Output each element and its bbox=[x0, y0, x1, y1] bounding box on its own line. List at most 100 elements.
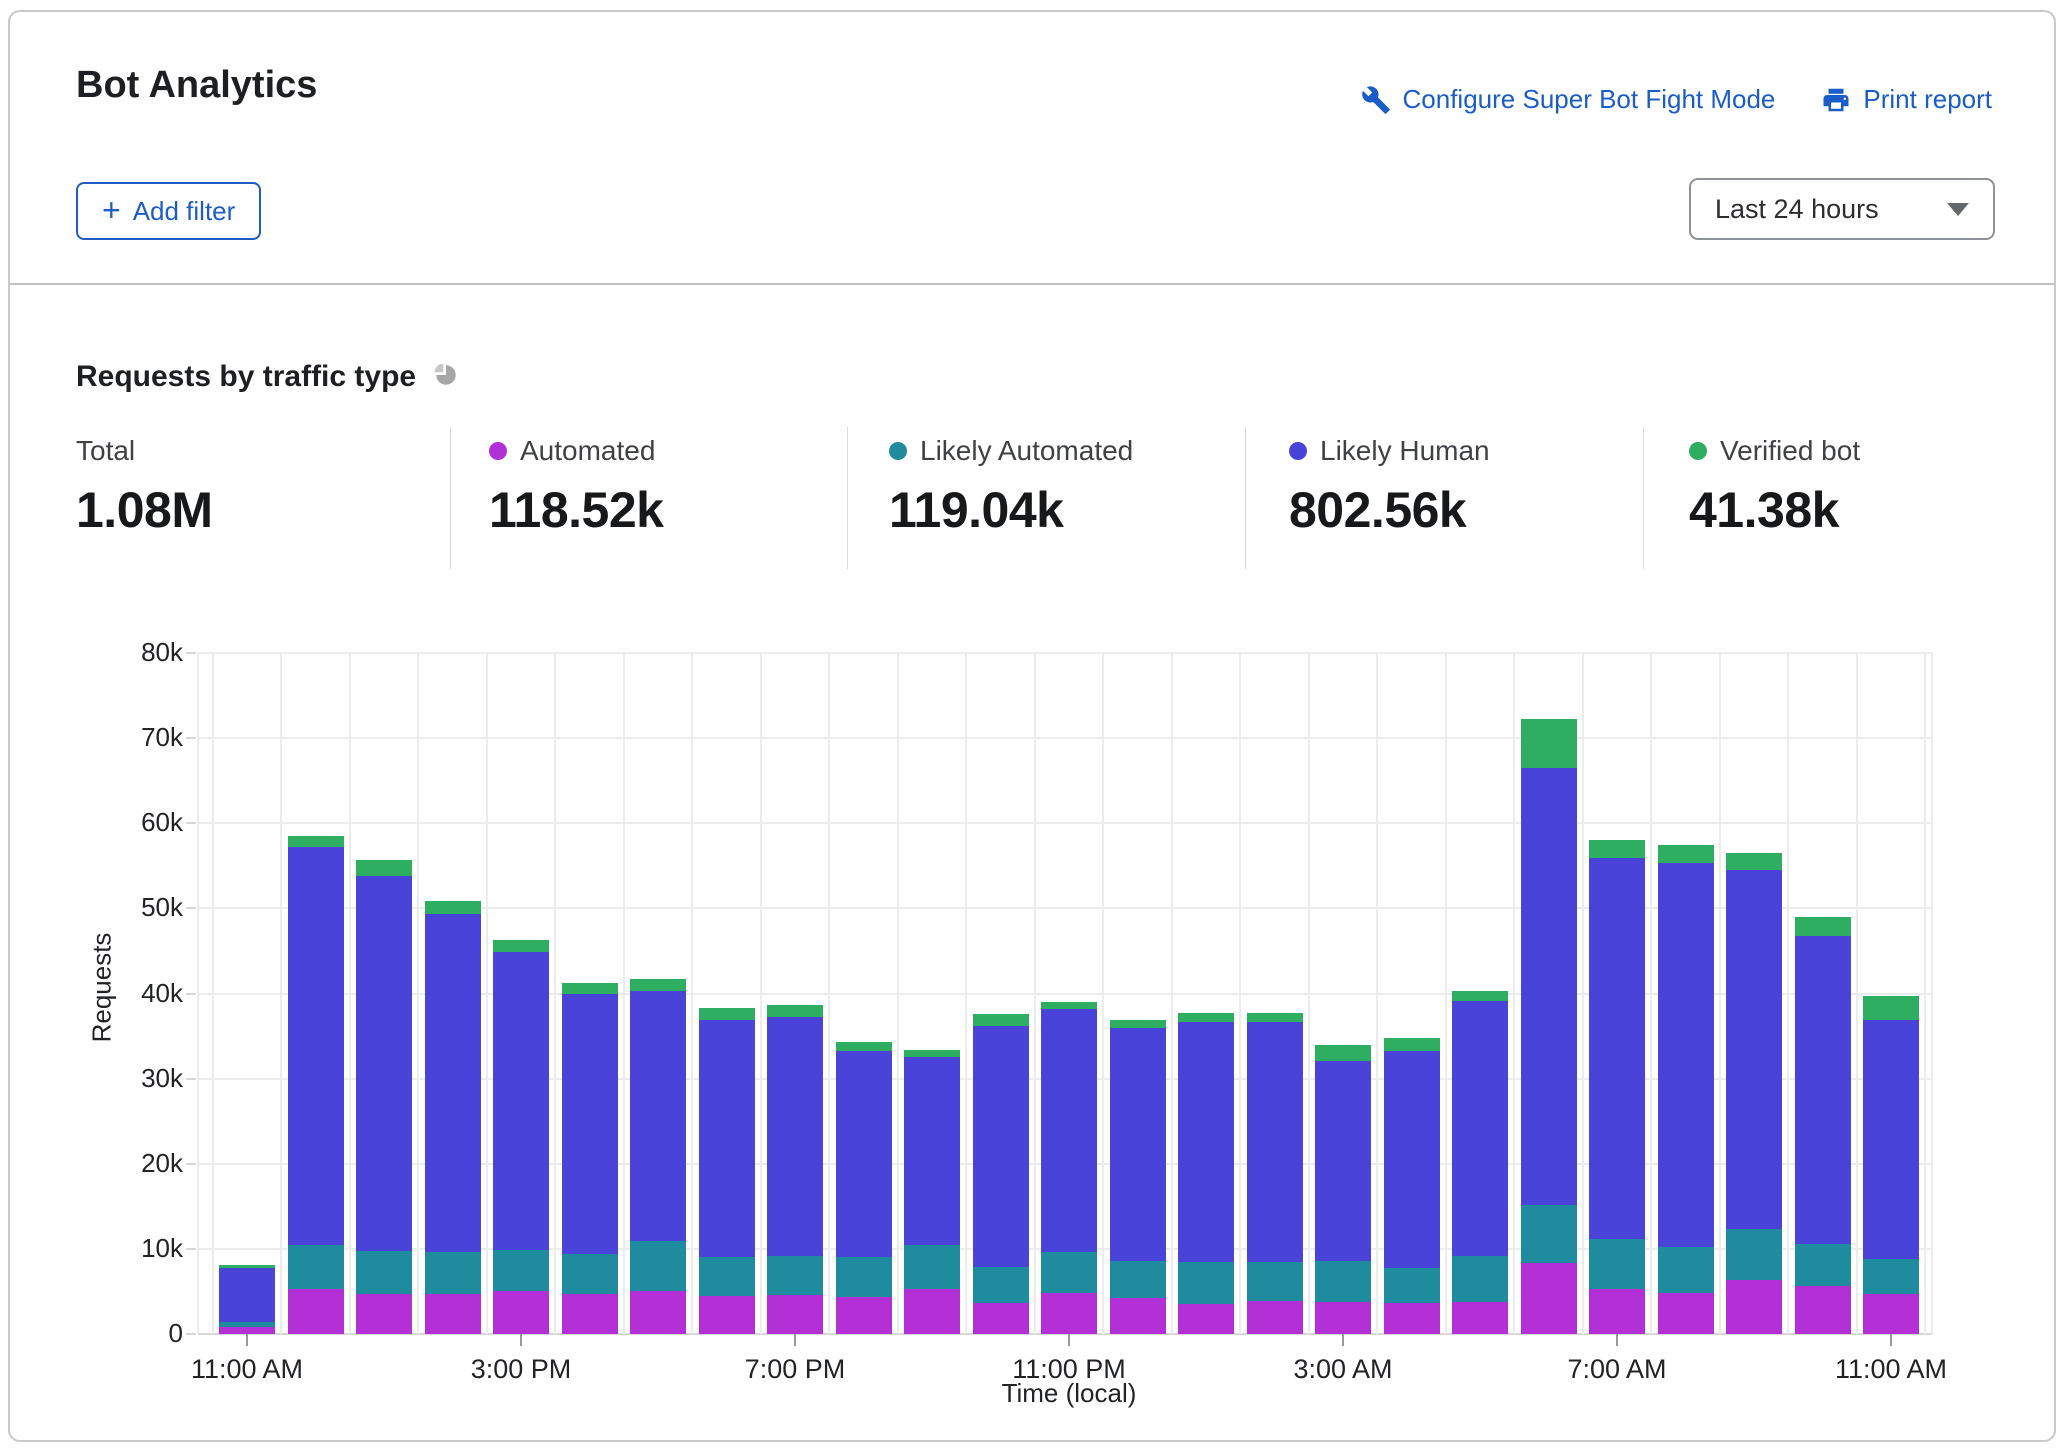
bar-segment-likely-human[interactable] bbox=[1726, 870, 1782, 1229]
bar-segment-likely-human[interactable] bbox=[1110, 1028, 1166, 1260]
bar-segment-likely-automated[interactable] bbox=[1658, 1247, 1714, 1293]
bar-segment-automated[interactable] bbox=[836, 1297, 892, 1334]
bar-segment-likely-automated[interactable] bbox=[1041, 1252, 1097, 1293]
bar-segment-automated[interactable] bbox=[1384, 1303, 1440, 1334]
bar-segment-likely-human[interactable] bbox=[562, 994, 618, 1254]
bar-segment-verified-bot[interactable] bbox=[1452, 991, 1508, 1001]
bar-segment-likely-automated[interactable] bbox=[1452, 1256, 1508, 1302]
bar-segment-likely-human[interactable] bbox=[1589, 858, 1645, 1239]
bar-segment-automated[interactable] bbox=[1315, 1302, 1371, 1334]
bar-segment-likely-human[interactable] bbox=[973, 1026, 1029, 1267]
bar-segment-verified-bot[interactable] bbox=[1247, 1013, 1303, 1022]
bar-segment-likely-human[interactable] bbox=[219, 1268, 275, 1322]
bar-segment-automated[interactable] bbox=[1041, 1293, 1097, 1334]
bar-segment-likely-automated[interactable] bbox=[562, 1254, 618, 1294]
bar-segment-likely-human[interactable] bbox=[1658, 863, 1714, 1247]
bar-segment-automated[interactable] bbox=[630, 1291, 686, 1334]
bar-segment-likely-automated[interactable] bbox=[1795, 1244, 1851, 1287]
bar-segment-automated[interactable] bbox=[1110, 1298, 1166, 1334]
bar-segment-verified-bot[interactable] bbox=[767, 1005, 823, 1017]
bar-segment-verified-bot[interactable] bbox=[630, 979, 686, 991]
bar-segment-verified-bot[interactable] bbox=[1041, 1002, 1097, 1009]
bar-segment-likely-automated[interactable] bbox=[836, 1257, 892, 1296]
bar-segment-likely-human[interactable] bbox=[356, 876, 412, 1251]
bar-segment-likely-human[interactable] bbox=[630, 991, 686, 1241]
bar-segment-likely-automated[interactable] bbox=[699, 1257, 755, 1295]
bar-segment-likely-human[interactable] bbox=[1521, 768, 1577, 1205]
bar-segment-likely-automated[interactable] bbox=[630, 1241, 686, 1291]
bar-segment-automated[interactable] bbox=[973, 1303, 1029, 1334]
bar-segment-verified-bot[interactable] bbox=[1178, 1013, 1234, 1022]
bar-segment-likely-human[interactable] bbox=[1041, 1009, 1097, 1252]
bar-segment-automated[interactable] bbox=[425, 1294, 481, 1334]
bar-segment-automated[interactable] bbox=[1521, 1263, 1577, 1334]
bar-segment-likely-automated[interactable] bbox=[1247, 1262, 1303, 1300]
bar-segment-likely-human[interactable] bbox=[1178, 1022, 1234, 1262]
bar-segment-automated[interactable] bbox=[1452, 1302, 1508, 1334]
bar-segment-automated[interactable] bbox=[493, 1291, 549, 1334]
bar-segment-verified-bot[interactable] bbox=[1658, 845, 1714, 864]
bar-segment-likely-human[interactable] bbox=[904, 1057, 960, 1245]
bar-segment-likely-human[interactable] bbox=[1247, 1022, 1303, 1262]
bar-segment-automated[interactable] bbox=[1658, 1293, 1714, 1334]
bar-segment-likely-human[interactable] bbox=[767, 1017, 823, 1255]
bar-segment-verified-bot[interactable] bbox=[288, 836, 344, 847]
bar-segment-likely-automated[interactable] bbox=[288, 1245, 344, 1288]
bar-segment-automated[interactable] bbox=[1726, 1280, 1782, 1334]
bar-segment-likely-automated[interactable] bbox=[1589, 1239, 1645, 1289]
bar-segment-verified-bot[interactable] bbox=[1110, 1020, 1166, 1029]
bar-segment-automated[interactable] bbox=[1178, 1304, 1234, 1334]
bar-segment-verified-bot[interactable] bbox=[973, 1014, 1029, 1026]
bar-segment-automated[interactable] bbox=[1795, 1286, 1851, 1334]
bar-segment-verified-bot[interactable] bbox=[1795, 917, 1851, 936]
bar-segment-verified-bot[interactable] bbox=[562, 983, 618, 994]
bar-segment-automated[interactable] bbox=[1247, 1301, 1303, 1334]
bar-segment-verified-bot[interactable] bbox=[1315, 1045, 1371, 1061]
bar-segment-verified-bot[interactable] bbox=[493, 940, 549, 952]
bar-segment-likely-automated[interactable] bbox=[219, 1322, 275, 1327]
bar-segment-likely-human[interactable] bbox=[425, 914, 481, 1252]
bar-segment-likely-automated[interactable] bbox=[1384, 1268, 1440, 1304]
bar-segment-verified-bot[interactable] bbox=[219, 1265, 275, 1268]
bar-segment-verified-bot[interactable] bbox=[699, 1008, 755, 1020]
bar-segment-likely-human[interactable] bbox=[1384, 1051, 1440, 1268]
bar-segment-likely-human[interactable] bbox=[493, 952, 549, 1250]
bar-segment-likely-automated[interactable] bbox=[904, 1245, 960, 1288]
bar-segment-verified-bot[interactable] bbox=[836, 1042, 892, 1051]
bar-segment-likely-automated[interactable] bbox=[356, 1251, 412, 1294]
bar-segment-automated[interactable] bbox=[219, 1327, 275, 1334]
bar-segment-likely-automated[interactable] bbox=[767, 1256, 823, 1295]
bar-segment-verified-bot[interactable] bbox=[425, 901, 481, 915]
bar-segment-likely-human[interactable] bbox=[699, 1020, 755, 1257]
bar-segment-automated[interactable] bbox=[1589, 1289, 1645, 1334]
bar-segment-automated[interactable] bbox=[767, 1295, 823, 1334]
bar-segment-verified-bot[interactable] bbox=[356, 860, 412, 876]
bar-segment-likely-automated[interactable] bbox=[425, 1252, 481, 1294]
bar-segment-automated[interactable] bbox=[904, 1289, 960, 1334]
bar-segment-likely-automated[interactable] bbox=[973, 1267, 1029, 1304]
bar-segment-likely-human[interactable] bbox=[1795, 936, 1851, 1244]
bar-segment-verified-bot[interactable] bbox=[1384, 1038, 1440, 1051]
bar-segment-likely-automated[interactable] bbox=[1863, 1259, 1919, 1294]
bar-segment-verified-bot[interactable] bbox=[1589, 840, 1645, 858]
bar-segment-likely-human[interactable] bbox=[288, 847, 344, 1245]
bar-segment-likely-automated[interactable] bbox=[1726, 1229, 1782, 1280]
bar-segment-likely-automated[interactable] bbox=[1521, 1205, 1577, 1264]
bar-segment-likely-automated[interactable] bbox=[1110, 1261, 1166, 1298]
bar-segment-automated[interactable] bbox=[288, 1289, 344, 1334]
bar-segment-likely-human[interactable] bbox=[1863, 1020, 1919, 1259]
bar-segment-likely-automated[interactable] bbox=[1178, 1262, 1234, 1305]
bar-segment-verified-bot[interactable] bbox=[1863, 996, 1919, 1020]
bar-segment-likely-automated[interactable] bbox=[1315, 1261, 1371, 1302]
bar-segment-likely-human[interactable] bbox=[836, 1051, 892, 1257]
bar-segment-likely-human[interactable] bbox=[1452, 1001, 1508, 1256]
bar-segment-verified-bot[interactable] bbox=[1726, 853, 1782, 870]
bar-segment-likely-human[interactable] bbox=[1315, 1061, 1371, 1261]
bar-segment-verified-bot[interactable] bbox=[1521, 719, 1577, 768]
bar-segment-verified-bot[interactable] bbox=[904, 1050, 960, 1058]
bar-segment-automated[interactable] bbox=[1863, 1294, 1919, 1334]
bar-segment-automated[interactable] bbox=[562, 1294, 618, 1334]
bar-segment-automated[interactable] bbox=[356, 1294, 412, 1334]
bar-segment-automated[interactable] bbox=[699, 1296, 755, 1334]
bar-segment-likely-automated[interactable] bbox=[493, 1250, 549, 1291]
